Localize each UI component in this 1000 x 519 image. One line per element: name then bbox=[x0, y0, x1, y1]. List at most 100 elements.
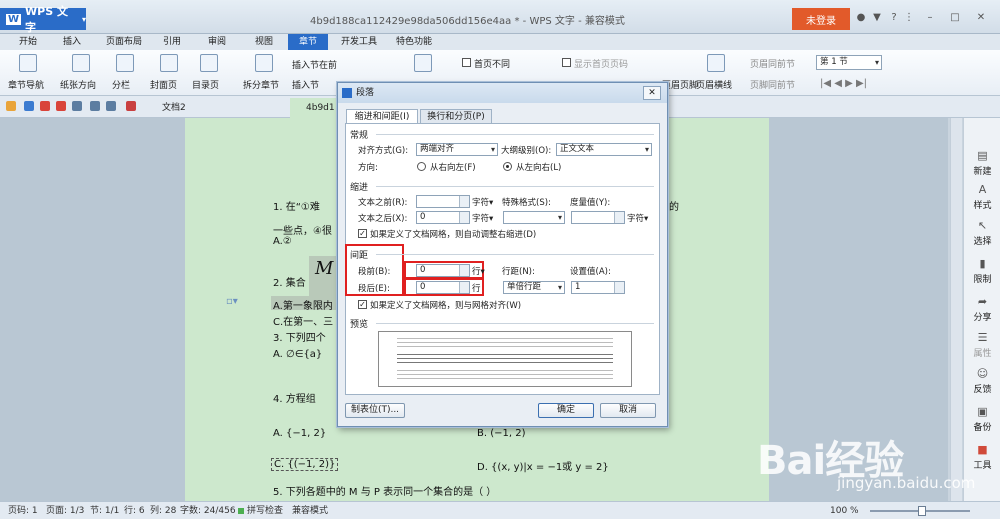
status-spell-check[interactable]: 拼写检查 bbox=[247, 502, 283, 519]
insert-section-button[interactable]: 插入节 bbox=[292, 78, 319, 91]
outline-label: 大纲级别(O): bbox=[501, 146, 552, 156]
divider bbox=[376, 134, 654, 135]
status-pages: 页面: 1/3 bbox=[46, 506, 85, 516]
help-icon[interactable]: ? bbox=[889, 13, 899, 23]
tab-start[interactable]: 开始 bbox=[8, 34, 48, 50]
orientation-button[interactable]: 纸张方向 bbox=[60, 78, 96, 91]
vertical-scrollbar[interactable] bbox=[950, 118, 962, 501]
cover-button[interactable]: 封面页 bbox=[150, 78, 177, 91]
unit-select[interactable]: 字符▾ bbox=[472, 212, 493, 224]
panel-restrict[interactable]: ▮ 限制 bbox=[964, 258, 1000, 286]
settings-icon[interactable]: ⋮ bbox=[904, 13, 914, 23]
doc-formula-box: M bbox=[309, 256, 337, 296]
outline-select[interactable]: 正文文本 bbox=[556, 143, 652, 156]
footer-same-button[interactable]: 页脚同前节 bbox=[750, 78, 795, 91]
shirt-icon[interactable]: ▼ bbox=[872, 13, 882, 23]
panel-share[interactable]: ➦ 分享 bbox=[964, 296, 1000, 324]
tab-reference[interactable]: 引用 bbox=[152, 34, 192, 50]
tab-chapter[interactable]: 章节 bbox=[288, 34, 328, 50]
panel-label: 反馈 bbox=[973, 385, 992, 395]
split-chapter-icon bbox=[255, 54, 273, 72]
header-same-button[interactable]: 页眉同前节 bbox=[750, 57, 795, 70]
customize-icon[interactable] bbox=[126, 101, 136, 111]
tab-special[interactable]: 特色功能 bbox=[388, 34, 440, 50]
section-select[interactable]: 第 1 节 bbox=[816, 55, 882, 70]
align-select[interactable]: 两端对齐 bbox=[416, 143, 498, 156]
panel-select[interactable]: ↖ 选择 bbox=[964, 220, 1000, 248]
unit-select[interactable]: 字符▾ bbox=[472, 196, 493, 208]
ok-button[interactable]: 确定 bbox=[538, 403, 594, 418]
preview-box bbox=[378, 331, 632, 387]
radio-rtl[interactable] bbox=[417, 162, 426, 171]
minimize-icon[interactable]: – bbox=[925, 13, 935, 23]
before-spacing-input[interactable]: 0 bbox=[416, 264, 470, 277]
doc-tab-current[interactable]: 4b9d1 bbox=[290, 98, 340, 118]
dialog-title-bar: 段落 bbox=[338, 83, 667, 103]
undo-icon[interactable] bbox=[90, 101, 100, 111]
cover-icon bbox=[160, 54, 178, 72]
zoom-slider-handle[interactable] bbox=[918, 506, 926, 516]
panel-label: 限制 bbox=[973, 275, 992, 285]
doc-q1-line: 1. 在“①难 bbox=[273, 202, 320, 213]
tab-review[interactable]: 审阅 bbox=[197, 34, 237, 50]
panel-backup[interactable]: ▣ 备份 bbox=[964, 406, 1000, 434]
before-text-input[interactable] bbox=[416, 195, 470, 208]
login-button[interactable]: 未登录 bbox=[792, 8, 850, 30]
divider bbox=[376, 186, 654, 187]
panel-feedback[interactable]: ☺ 反馈 bbox=[964, 368, 1000, 396]
preview-line bbox=[397, 342, 613, 343]
status-mode: 兼容模式 bbox=[292, 506, 329, 516]
line-unit-select[interactable]: 行▾ bbox=[472, 265, 485, 277]
tab-view[interactable]: 视图 bbox=[244, 34, 284, 50]
tab-developer[interactable]: 开发工具 bbox=[335, 34, 383, 50]
measure-input[interactable] bbox=[571, 211, 625, 224]
tab-insert[interactable]: 插入 bbox=[52, 34, 92, 50]
doc-marker-icon[interactable]: ▫▾ bbox=[226, 296, 238, 307]
after-text-input[interactable]: 0 bbox=[416, 211, 470, 224]
radio-ltr[interactable] bbox=[503, 162, 512, 171]
redo-icon[interactable] bbox=[106, 101, 116, 111]
doc-q4-a: A. {−1, 2} bbox=[273, 428, 327, 439]
section-nav-arrows-icon[interactable]: |◀ ◀ ▶ ▶| bbox=[820, 78, 867, 89]
show-first-num-checkbox[interactable] bbox=[562, 58, 571, 67]
tabs-button[interactable]: 制表位(T)... bbox=[345, 403, 405, 418]
line-spacing-select[interactable]: 单倍行距 bbox=[503, 281, 565, 294]
maximize-icon[interactable]: □ bbox=[950, 13, 960, 23]
insert-section-before-button[interactable]: 插入节在前 bbox=[292, 58, 337, 71]
doc-tab-doc2[interactable]: 文档2 bbox=[146, 98, 286, 118]
doc-tab-label: 4b9d1 bbox=[306, 103, 335, 113]
preview-line bbox=[397, 378, 613, 379]
pdf-icon[interactable] bbox=[40, 101, 50, 111]
preview-icon[interactable] bbox=[72, 101, 82, 111]
panel-new[interactable]: ▤ 新建 bbox=[964, 150, 1000, 178]
grid-align-checkbox[interactable]: ✓ bbox=[358, 300, 367, 309]
panel-tools[interactable]: ■ 工具 bbox=[964, 444, 1000, 472]
tab-line-page-breaks[interactable]: 换行和分页(P) bbox=[420, 109, 492, 124]
after-spacing-input[interactable]: 0 bbox=[416, 281, 470, 294]
panel-style[interactable]: A 样式 bbox=[964, 184, 1000, 212]
save-icon[interactable] bbox=[24, 101, 34, 111]
first-page-diff-checkbox[interactable] bbox=[462, 58, 471, 67]
special-format-select[interactable] bbox=[503, 211, 565, 224]
header-line-button[interactable]: 页眉横线 bbox=[696, 78, 732, 91]
panel-properties[interactable]: ☰ 属性 bbox=[964, 332, 1000, 360]
columns-button[interactable]: 分栏 bbox=[112, 78, 130, 91]
split-chapter-button[interactable]: 拆分章节 bbox=[243, 78, 279, 91]
setting-input[interactable]: 1 bbox=[571, 281, 625, 294]
skin-icon[interactable]: ● bbox=[856, 13, 866, 23]
dialog-close-icon[interactable]: ✕ bbox=[643, 86, 661, 100]
tab-indent-spacing[interactable]: 缩进和间距(I) bbox=[346, 109, 418, 124]
chapter-nav-button[interactable]: 章节导航 bbox=[8, 78, 44, 91]
cancel-button[interactable]: 取消 bbox=[600, 403, 656, 418]
close-icon[interactable]: ✕ bbox=[976, 13, 986, 23]
special-format-label: 特殊格式(S): bbox=[502, 198, 551, 208]
app-menu-button[interactable]: W WPS 文字 ▾ bbox=[0, 5, 86, 34]
print-icon[interactable] bbox=[56, 101, 66, 111]
setting-label: 设置值(A): bbox=[570, 267, 611, 277]
auto-indent-checkbox[interactable]: ✓ bbox=[358, 229, 367, 238]
toc-button[interactable]: 目录页 bbox=[192, 78, 219, 91]
orientation-icon bbox=[72, 54, 90, 72]
unit-select[interactable]: 字符▾ bbox=[627, 212, 648, 224]
tab-page-layout[interactable]: 页面布局 bbox=[98, 34, 150, 50]
open-icon[interactable] bbox=[6, 101, 16, 111]
